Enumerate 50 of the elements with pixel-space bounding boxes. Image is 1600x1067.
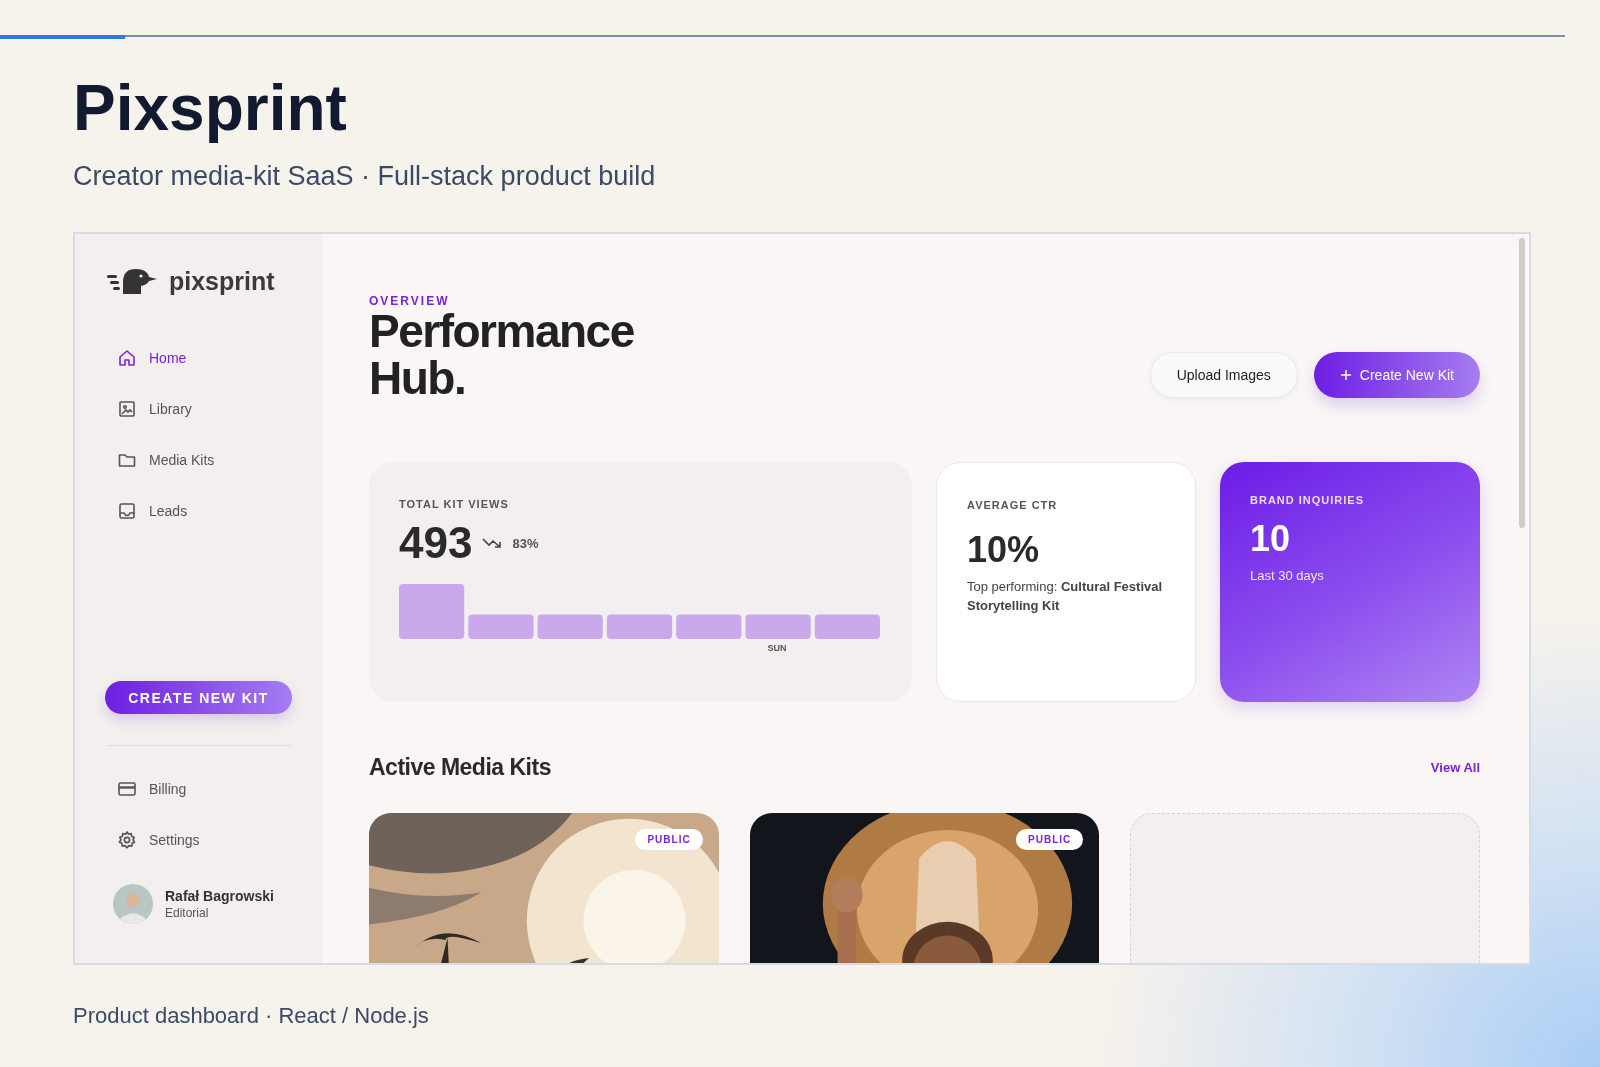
nav-item[interactable]: Billing (107, 779, 292, 799)
visibility-badge: PUBLIC (1016, 829, 1084, 850)
nav-item[interactable]: Library (107, 399, 292, 419)
chart-bar (745, 614, 811, 639)
chart-bar (468, 614, 534, 639)
nav-item[interactable]: Settings (107, 830, 292, 850)
stat-change: 83% (512, 535, 539, 551)
avatar-icon (113, 884, 153, 924)
view-all-link[interactable]: View All (1430, 760, 1480, 775)
home-icon (117, 348, 137, 368)
nav-item[interactable]: Home (107, 348, 292, 368)
page-title: Pixsprint (73, 71, 348, 145)
stat-value: 10 (1250, 518, 1292, 560)
user-name: Rafał Bagrowski (165, 888, 274, 904)
upload-button[interactable]: Upload Images (1149, 352, 1298, 398)
chart-bar (537, 614, 603, 639)
chart-bar (399, 584, 465, 639)
kit-card[interactable]: PUBLIC (749, 813, 1100, 963)
visibility-badge: PUBLIC (635, 829, 703, 850)
create-kit-button[interactable]: Create New Kit (1313, 352, 1480, 398)
page-subtitle: Creator media-kit SaaS · Full-stack product build (73, 161, 657, 192)
chart-bar (606, 614, 673, 639)
stat-label: BRAND INQUIRIES (1250, 494, 1365, 506)
axis-label: SUN (766, 643, 788, 653)
chart-bar (676, 614, 742, 639)
credit-card-icon (117, 779, 137, 799)
nav-item[interactable]: Leads (107, 501, 292, 521)
stat-value: 493 (399, 518, 473, 568)
stat-label: TOTAL KIT VIEWS (399, 498, 510, 510)
logo-text: pixsprint (169, 266, 275, 296)
stat-note: Top performing: Cultural Festival Storytelling Kit (967, 578, 1164, 615)
settings-icon (117, 830, 137, 850)
page-caption: Product dashboard · React / Node.js (73, 1003, 430, 1029)
stat-note: Last 30 days (1250, 567, 1325, 585)
section-title: Active Media Kits (369, 754, 551, 781)
page-heading: Performance Hub. (369, 308, 635, 402)
stat-label: AVERAGE CTR (967, 499, 1059, 511)
user-role: Editorial (165, 906, 210, 920)
empty-kit-slot[interactable] (1130, 813, 1480, 963)
inbox-icon (117, 501, 137, 521)
section-eyebrow: OVERVIEW (369, 294, 451, 308)
nav-item[interactable]: Media Kits (107, 450, 292, 470)
chart-bar (814, 614, 880, 639)
scrollbar[interactable] (1519, 238, 1525, 528)
plus-icon (1339, 369, 1352, 381)
trend-down-icon (482, 537, 503, 549)
kit-card[interactable]: PUBLIC (369, 813, 719, 963)
create-kit-button[interactable]: CREATE NEW KIT (105, 681, 292, 714)
image-icon (117, 399, 137, 419)
stat-value: 10% (967, 529, 1041, 571)
